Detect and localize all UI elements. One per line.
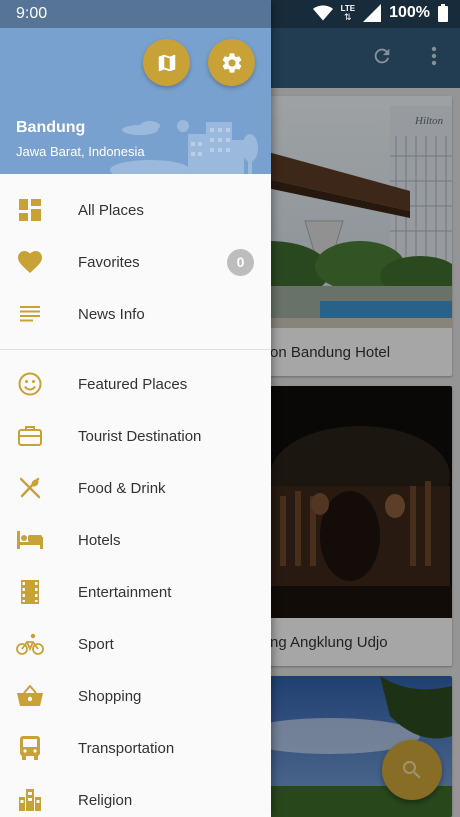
bed-icon [16,526,44,554]
menu-item-shopping[interactable]: Shopping [0,670,271,722]
menu-item-religion[interactable]: Religion [0,774,271,817]
briefcase-icon [16,422,44,450]
menu-item-hotels[interactable]: Hotels [0,514,271,566]
dashboard-icon [16,196,44,224]
city-name: Bandung [16,119,86,136]
menu-item-news-info[interactable]: News Info [0,288,271,340]
heart-icon [16,248,44,276]
menu-item-food-drink[interactable]: Food & Drink [0,462,271,514]
wifi-icon [312,5,333,21]
status-bar: 9:00 LTE ⇅ 100% [0,0,460,28]
menu-item-transportation[interactable]: Transportation [0,722,271,774]
utensils-icon [16,474,44,502]
subject-icon [16,300,44,328]
menu-item-label: Sport [78,635,114,653]
menu-item-label: Food & Drink [78,479,166,497]
menu-item-label: Entertainment [78,583,172,601]
status-time: 9:00 [16,5,48,22]
menu-item-all-places[interactable]: All Places [0,184,271,236]
battery-icon [438,4,448,22]
navigation-drawer: Bandung Jawa Barat, Indonesia All Places… [0,0,271,817]
menu-item-label: Tourist Destination [78,427,202,445]
city-region: Jawa Barat, Indonesia [16,144,145,159]
settings-button[interactable] [208,39,255,86]
menu-item-label: Transportation [78,739,175,757]
bike-icon [16,630,44,658]
basket-icon [16,682,44,710]
map-button[interactable] [143,39,190,86]
building-icon [16,786,44,814]
menu-item-label: Shopping [78,687,142,705]
network-indicator: LTE ⇅ [341,5,356,22]
settings-icon [222,52,241,73]
favorites-count-badge: 0 [227,248,254,276]
menu-item-label: All Places [78,201,144,219]
smiley-icon [16,370,44,398]
bus-icon [16,734,44,762]
map-icon [158,54,175,71]
menu-item-tourist-destination[interactable]: Tourist Destination [0,410,271,462]
menu-item-label: Favorites [78,253,140,271]
battery-percent: 100% [389,4,430,21]
menu-item-featured-places[interactable]: Featured Places [0,358,271,410]
menu-item-label: Hotels [78,531,121,549]
menu-item-label: Featured Places [78,375,188,393]
menu-divider [0,349,271,350]
film-icon [16,578,44,606]
signal-icon [363,4,382,22]
data-arrows-icon: ⇅ [344,12,352,22]
menu-item-label: Religion [78,791,133,809]
menu-item-sport[interactable]: Sport [0,618,271,670]
menu-item-favorites[interactable]: Favorites 0 [0,236,271,288]
city-skyline-illustration [110,120,258,174]
menu-item-label: News Info [78,305,145,323]
menu-item-entertainment[interactable]: Entertainment [0,566,271,618]
